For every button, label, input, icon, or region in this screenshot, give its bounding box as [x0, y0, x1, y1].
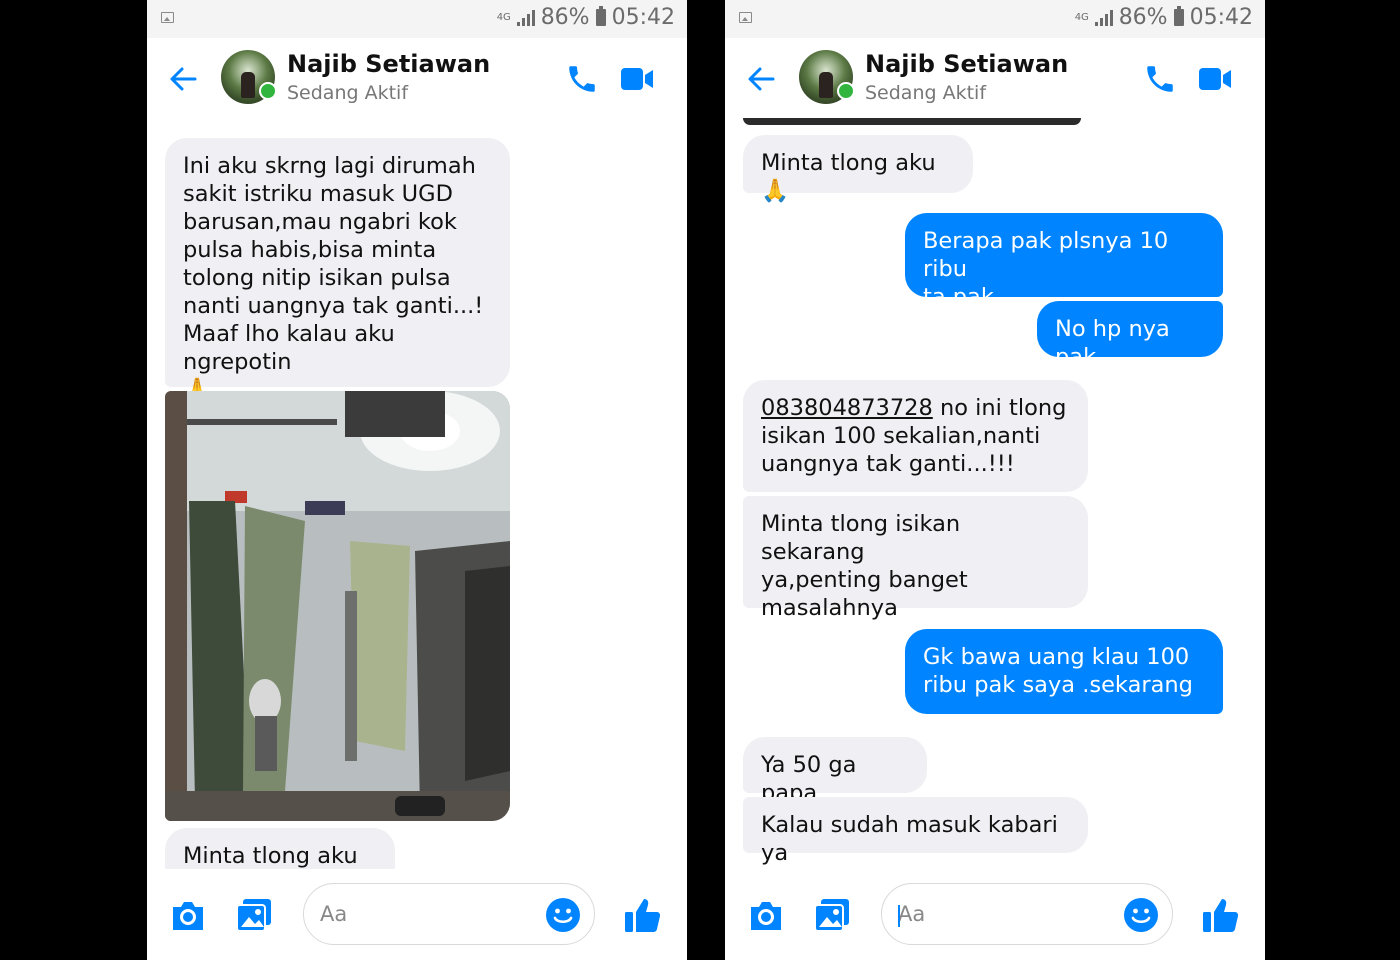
gallery-icon[interactable]	[235, 897, 273, 933]
phone-icon[interactable]	[565, 62, 599, 96]
battery-percent: 86%	[540, 5, 590, 30]
signal-icon	[516, 9, 535, 26]
message-composer	[147, 869, 687, 960]
network-type: 4G	[496, 12, 511, 23]
clock: 05:42	[1189, 5, 1253, 30]
emoji-icon[interactable]	[1123, 897, 1159, 933]
arrow-left-icon[interactable]	[167, 63, 199, 95]
incoming-message[interactable]: Ini aku skrng lagi dirumah sakit istriku…	[165, 138, 510, 403]
online-status-dot	[259, 82, 277, 100]
video-camera-icon[interactable]	[1197, 64, 1233, 94]
message-list[interactable]: Ini aku skrng lagi dirumah sakit istriku…	[147, 118, 687, 869]
battery-icon	[595, 6, 606, 26]
image-notification-icon	[739, 12, 752, 23]
camera-icon[interactable]	[169, 898, 207, 932]
network-type: 4G	[1074, 12, 1089, 23]
thumbs-up-icon[interactable]	[1201, 895, 1241, 935]
chat-header: Najib Setiawan Sedang Aktif	[725, 38, 1265, 118]
chat-screen-left: 4G 86% 05:42 Najib Setiawan Sedang Aktif…	[147, 0, 687, 960]
avatar[interactable]	[221, 50, 277, 104]
phone-icon[interactable]	[1143, 62, 1177, 96]
status-bar: 4G 86% 05:42	[725, 0, 1265, 38]
chat-header: Najib Setiawan Sedang Aktif	[147, 38, 687, 118]
message-composer	[725, 869, 1265, 960]
emoji-icon[interactable]	[545, 897, 581, 933]
message-list[interactable]: Minta tlong aku🙏 Berapa pak plsnya 10 ri…	[725, 118, 1265, 869]
signal-icon	[1094, 9, 1113, 26]
incoming-message[interactable]: Kalau sudah masuk kabari ya	[743, 797, 1088, 866]
contact-name[interactable]: Najib Setiawan	[865, 50, 1068, 78]
outgoing-message[interactable]: No hp nya pak	[1037, 301, 1223, 370]
incoming-message[interactable]: 083804873728 no ini tlong isikan 100 sek…	[743, 380, 1088, 492]
chat-screen-right: 4G 86% 05:42 Najib Setiawan Sedang Aktif…	[725, 0, 1265, 960]
arrow-left-icon[interactable]	[745, 63, 777, 95]
contact-status: Sedang Aktif	[287, 82, 409, 104]
phone-number-link[interactable]: 083804873728	[761, 395, 933, 421]
camera-icon[interactable]	[747, 898, 785, 932]
incoming-message[interactable]: Minta tlong aku🙏	[165, 828, 395, 869]
incoming-message[interactable]: Minta tlong aku🙏	[743, 135, 973, 204]
thumbs-up-icon[interactable]	[623, 895, 663, 935]
battery-percent: 86%	[1118, 5, 1168, 30]
incoming-message[interactable]: Ya 50 ga papa	[743, 737, 927, 806]
incoming-message[interactable]: Minta tlong isikan sekarang ya,penting b…	[743, 496, 1088, 621]
status-bar: 4G 86% 05:42	[147, 0, 687, 38]
photo-bottom-edge	[743, 118, 1081, 125]
outgoing-message[interactable]: Berapa pak plsnya 10 ribu ta pak	[905, 213, 1223, 310]
image-notification-icon	[161, 12, 174, 23]
text-cursor	[898, 905, 900, 927]
online-status-dot	[837, 82, 855, 100]
contact-name[interactable]: Najib Setiawan	[287, 50, 490, 78]
avatar[interactable]	[799, 50, 855, 104]
video-camera-icon[interactable]	[619, 64, 655, 94]
gallery-icon[interactable]	[813, 897, 851, 933]
photo-hospital-ward[interactable]	[165, 391, 510, 821]
outgoing-message[interactable]: Gk bawa uang klau 100 ribu pak saya .sek…	[905, 629, 1223, 714]
clock: 05:42	[611, 5, 675, 30]
battery-icon	[1173, 6, 1184, 26]
contact-status: Sedang Aktif	[865, 82, 987, 104]
photo-content	[165, 391, 510, 821]
